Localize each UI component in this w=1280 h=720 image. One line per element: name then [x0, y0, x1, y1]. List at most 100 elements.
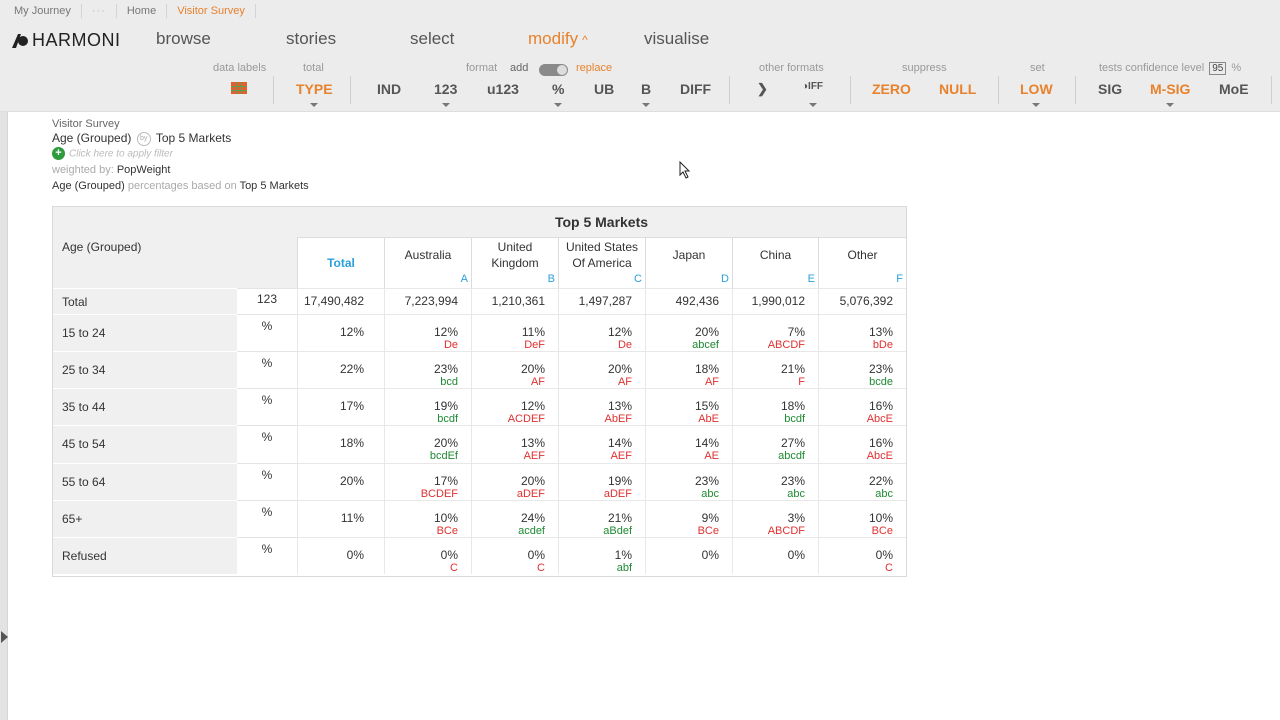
- row-label[interactable]: 45 to 54: [53, 425, 237, 463]
- cell-value: 14%: [607, 436, 632, 450]
- data-labels-grid-icon[interactable]: [231, 82, 247, 94]
- row-label[interactable]: 35 to 44: [53, 388, 237, 425]
- cell-value: 23%: [694, 474, 719, 488]
- null-button[interactable]: NULL: [939, 81, 976, 97]
- column-variable[interactable]: Top 5 Markets: [156, 131, 231, 145]
- add-filter-icon[interactable]: +: [52, 147, 65, 160]
- row-header-label: Age (Grouped): [62, 240, 142, 254]
- column-header[interactable]: United Kingdom B: [471, 238, 558, 288]
- column-header[interactable]: Australia A: [384, 238, 471, 288]
- significance-letters: abcdf: [778, 450, 805, 462]
- cell-value: 0%: [787, 548, 805, 562]
- table-cell: 27% abcdf: [732, 425, 818, 463]
- row-label[interactable]: 25 to 34: [53, 351, 237, 388]
- breadcrumb-ellipsis[interactable]: ···: [82, 4, 117, 18]
- breadcrumb-my-journey[interactable]: My Journey: [0, 4, 82, 18]
- nav-modify[interactable]: modify ^: [528, 29, 588, 49]
- table-cell: 19% bcdf: [384, 388, 471, 425]
- ub-button[interactable]: UB: [594, 81, 614, 97]
- moe-button[interactable]: MoE: [1219, 81, 1249, 97]
- table-cell: 11% DeF: [471, 314, 558, 351]
- confidence-level-input[interactable]: 95: [1209, 62, 1227, 75]
- column-header[interactable]: United States Of America C: [558, 238, 645, 288]
- by-icon: by: [136, 131, 151, 146]
- table-cell: 24% acdef: [471, 500, 558, 537]
- breadcrumb-home[interactable]: Home: [117, 4, 168, 18]
- table-cell: 9% BCe: [645, 500, 732, 537]
- percent-basis-row: Age (Grouped) percentages based on Top 5…: [52, 180, 309, 192]
- table-cell: 23% abc: [732, 463, 818, 500]
- row-label[interactable]: 15 to 24: [53, 314, 237, 351]
- column-band-header[interactable]: Top 5 Markets: [297, 207, 906, 238]
- b-button[interactable]: B: [641, 81, 651, 107]
- table-cell: 17% BCDEF: [384, 463, 471, 500]
- crosstab-spec: Age (Grouped) by Top 5 Markets: [52, 131, 231, 146]
- table-cell: 20% abcef: [645, 314, 732, 351]
- cell-value: 5,076,392: [839, 294, 893, 308]
- table-cell: 1,497,287: [558, 288, 645, 314]
- u123-button[interactable]: u123: [487, 81, 519, 97]
- row-variable[interactable]: Age (Grouped): [52, 131, 131, 145]
- row-label[interactable]: Total: [53, 288, 237, 314]
- expand-panel-icon[interactable]: [1, 631, 8, 643]
- diff-button[interactable]: DIFF: [680, 81, 711, 97]
- column-header[interactable]: China E: [732, 238, 818, 288]
- nav-stories[interactable]: stories: [286, 29, 336, 49]
- cell-value: 23%: [780, 474, 805, 488]
- nav-browse[interactable]: browse: [156, 29, 211, 49]
- table-cell: 23% abc: [645, 463, 732, 500]
- table-cell: 0%: [645, 537, 732, 574]
- table-cell: 18% bcdf: [732, 388, 818, 425]
- cell-value: 1,497,287: [578, 294, 632, 308]
- cell-value: 18%: [780, 399, 805, 413]
- table-cell: 16% AbcE: [818, 388, 906, 425]
- chevron-down-icon: [441, 103, 450, 107]
- column-letter: A: [460, 273, 468, 285]
- cell-value: 13%: [868, 325, 893, 339]
- cell-value: 19%: [607, 474, 632, 488]
- cell-value: 22%: [339, 362, 364, 376]
- cell-value: 19%: [433, 399, 458, 413]
- other-format-diff-icon[interactable]: ◑IFF: [802, 81, 823, 107]
- cell-value: 11%: [521, 325, 545, 339]
- percent-basis-row-var: Age (Grouped): [52, 180, 125, 192]
- count-123-button[interactable]: 123: [434, 81, 457, 107]
- cell-value: 20%: [433, 436, 458, 450]
- ind-button[interactable]: IND: [377, 81, 401, 97]
- row-label[interactable]: 65+: [53, 500, 237, 537]
- type-button[interactable]: TYPE: [296, 81, 333, 107]
- filter-placeholder[interactable]: Click here to apply filter: [69, 148, 173, 159]
- toolbar-divider: [729, 76, 730, 104]
- crosstab-table: Age (Grouped) Top 5 Markets Total Austral…: [52, 206, 907, 577]
- row-label[interactable]: Refused: [53, 537, 237, 574]
- column-header[interactable]: Other F: [818, 238, 906, 288]
- add-label: add: [510, 62, 529, 74]
- add-replace-toggle[interactable]: [539, 64, 568, 76]
- row-label[interactable]: 55 to 64: [53, 463, 237, 500]
- sig-button[interactable]: SIG: [1098, 81, 1122, 97]
- other-format-1-icon[interactable]: ❯: [757, 81, 768, 97]
- percent-button[interactable]: %: [552, 81, 564, 107]
- cell-value: 16%: [868, 399, 893, 413]
- left-rail[interactable]: [0, 112, 8, 720]
- cell-value: 23%: [433, 362, 458, 376]
- breadcrumb-visitor-survey[interactable]: Visitor Survey: [167, 4, 256, 18]
- filter-row[interactable]: + Click here to apply filter: [52, 147, 173, 160]
- msig-button[interactable]: M-SIG: [1150, 81, 1190, 107]
- weight-name[interactable]: PopWeight: [117, 164, 171, 176]
- column-header[interactable]: Japan D: [645, 238, 732, 288]
- cell-value: 20%: [339, 474, 364, 488]
- table-cell: 1% abf: [558, 537, 645, 574]
- table-cell: 11%: [297, 500, 384, 537]
- table-cell: 0%: [732, 537, 818, 574]
- significance-letters: AEF: [523, 450, 545, 462]
- nav-select[interactable]: select: [410, 29, 454, 49]
- cell-value: 17%: [433, 474, 458, 488]
- app-logo[interactable]: HARMONI: [10, 30, 121, 51]
- table-cell: 0% C: [384, 537, 471, 574]
- low-button[interactable]: LOW: [1020, 81, 1053, 107]
- zero-button[interactable]: ZERO: [872, 81, 911, 97]
- column-header-label: Other: [847, 248, 878, 262]
- nav-visualise[interactable]: visualise: [644, 29, 709, 49]
- column-header[interactable]: Total: [297, 238, 384, 288]
